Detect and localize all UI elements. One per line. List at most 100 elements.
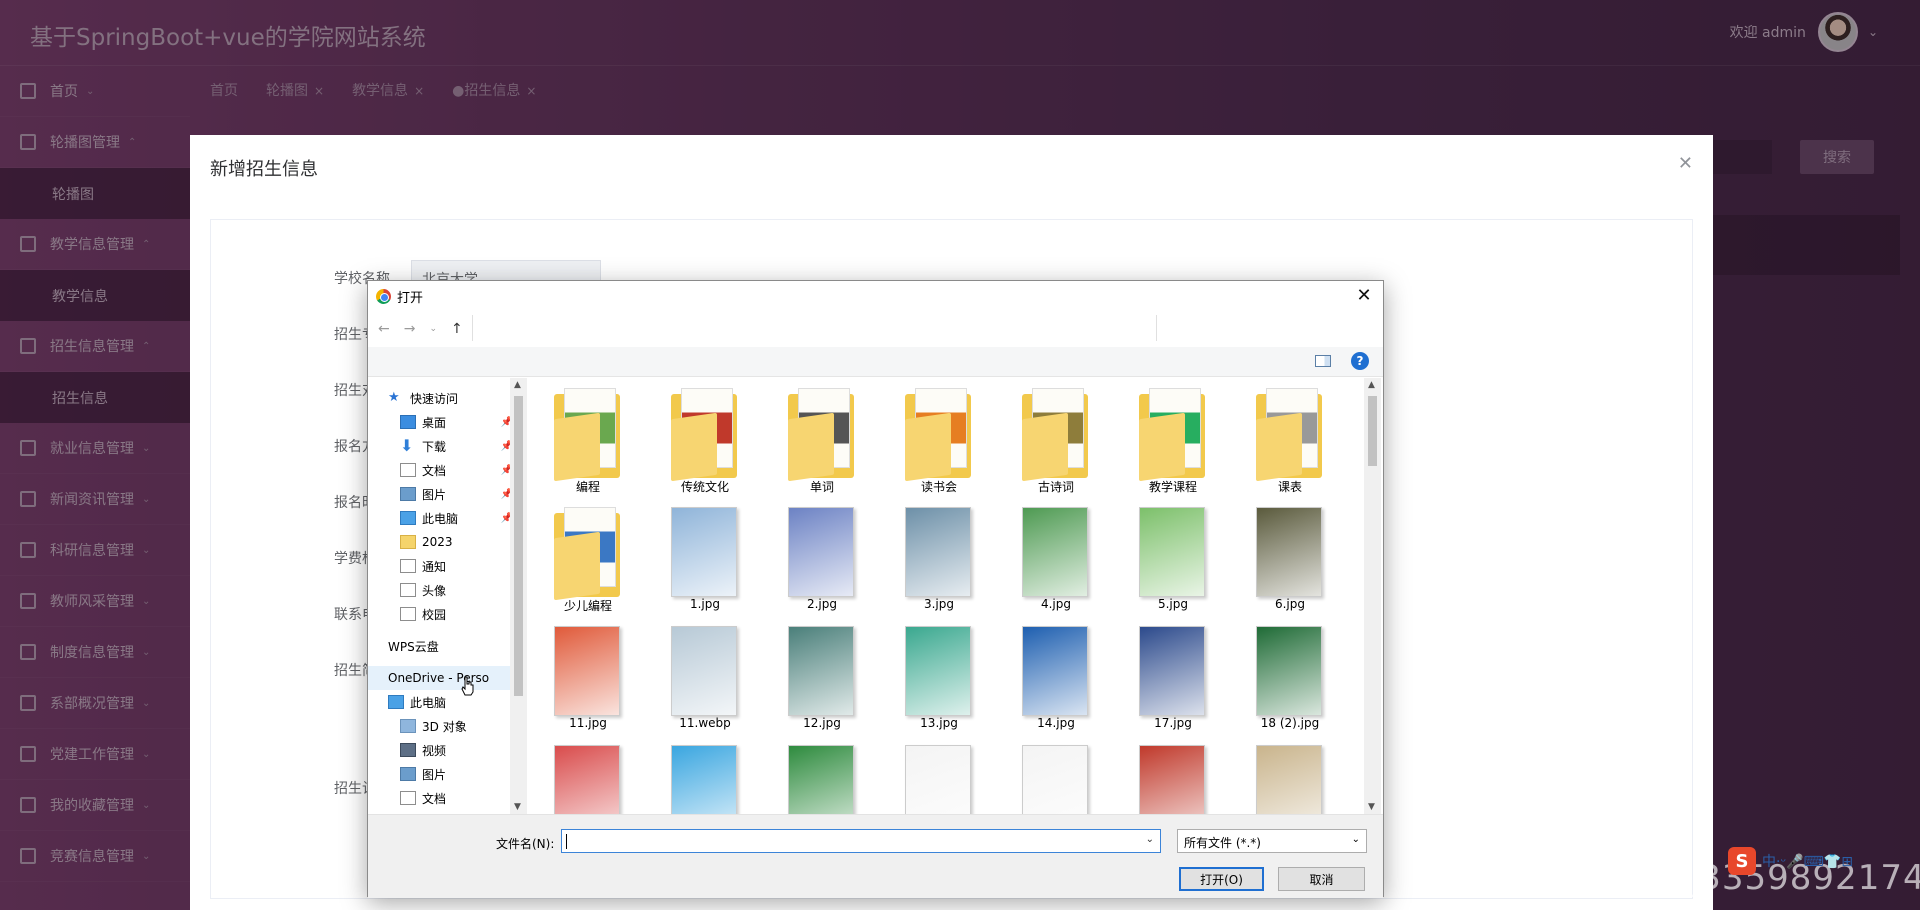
chevron-down-icon[interactable]: ⌄ [1352,834,1360,845]
nav-item-label: 3D 对象 [422,719,467,734]
image-thumbnail [1256,745,1322,814]
file-item[interactable] [1008,735,1104,814]
nav-item-label: 此电脑 [422,511,459,526]
scroll-thumb[interactable] [1368,396,1377,466]
image-thumbnail [1256,626,1322,716]
folder-item[interactable]: 单词 [774,378,870,496]
file-item[interactable]: 11.jpg [540,616,636,734]
files-scrollbar[interactable]: ▲ ▼ [1364,378,1381,814]
file-item[interactable]: 3.jpg [891,497,987,615]
nav-item[interactable]: 图片 [368,762,527,786]
scroll-up-icon[interactable]: ▲ [514,380,521,390]
file-item[interactable]: 6.jpg [1242,497,1338,615]
filename-input[interactable]: ⌄ [561,829,1161,853]
nav-item[interactable]: WPS云盘 [368,634,527,658]
filetype-select[interactable]: 所有文件 (*.*) ⌄ [1177,829,1367,853]
nav-item[interactable]: 3D 对象 [368,714,527,738]
file-item[interactable]: 5.jpg [1125,497,1221,615]
folder-item[interactable]: 编程 [540,378,636,496]
file-item[interactable]: 11.webp [657,616,753,734]
file-item[interactable]: 14.jpg [1008,616,1104,734]
image-thumbnail [554,745,620,814]
nav-scrollbar[interactable]: ▲ ▼ [510,378,527,814]
close-icon[interactable]: ✕ [1351,283,1377,307]
file-name: 6.jpg [1274,597,1306,611]
file-item[interactable]: 12.jpg [774,616,870,734]
up-arrow-icon[interactable]: ↑ [451,321,463,337]
document-icon [400,559,416,573]
folder-icon [671,388,737,482]
nav-item[interactable]: ★ 快速访问 [368,386,527,410]
cancel-button[interactable]: 取消 [1278,867,1365,891]
file-item[interactable] [1125,735,1221,814]
open-button[interactable]: 打开(O) [1179,867,1264,891]
file-name: 3.jpg [923,597,955,611]
folder-item[interactable]: 少儿编程 [540,497,636,615]
search-box[interactable] [1156,315,1376,341]
file-item[interactable]: 2.jpg [774,497,870,615]
nav-item[interactable]: ⬇ 下载 📌 [368,434,527,458]
nav-item[interactable]: 文档 [368,786,527,810]
image-thumbnail [788,507,854,597]
image-thumbnail [1022,626,1088,716]
nav-item[interactable]: OneDrive - Perso [368,666,527,690]
image-thumbnail [1139,626,1205,716]
folder-icon [1022,388,1088,482]
chevron-down-icon[interactable]: ⌄ [1146,834,1154,845]
file-item[interactable] [657,735,753,814]
nav-item[interactable]: 视频 [368,738,527,762]
ime-status[interactable]: 中·ᵕ🎤⌨👕⊞ [1762,851,1853,871]
nav-item[interactable]: 头像 [368,578,527,602]
nav-item-label: 通知 [422,559,447,574]
nav-item[interactable]: 通知 [368,554,527,578]
file-item[interactable]: 1.jpg [657,497,753,615]
recent-dropdown-icon[interactable]: ⌄ [429,324,437,334]
folder-icon [788,388,854,482]
address-bar[interactable] [472,315,1152,341]
folder-item[interactable]: 古诗词 [1008,378,1104,496]
file-item[interactable] [774,735,870,814]
dialog-footer: 文件名(N): ⌄ 所有文件 (*.*) ⌄ 打开(O) 取消 [368,814,1383,898]
close-icon[interactable]: ✕ [1678,153,1693,174]
image-thumbnail [1139,507,1205,597]
star-icon: ★ [388,390,400,405]
file-item[interactable]: 18 (2).jpg [1242,616,1338,734]
folder-item[interactable]: 读书会 [891,378,987,496]
pictures-icon [400,487,416,501]
back-arrow-icon[interactable]: ← [378,321,390,337]
nav-item[interactable]: 2023 [368,530,527,554]
file-item[interactable]: 4.jpg [1008,497,1104,615]
nav-item[interactable]: 此电脑 📌 [368,506,527,530]
scroll-down-icon[interactable]: ▼ [1368,802,1375,812]
ime-tray: S 中·ᵕ🎤⌨👕⊞ [1728,846,1920,876]
forward-arrow-icon[interactable]: → [404,321,416,337]
scroll-thumb[interactable] [514,396,523,696]
folder-item[interactable]: 课表 [1242,378,1338,496]
nav-item[interactable]: 文档 📌 [368,458,527,482]
nav-item[interactable]: 校园 [368,602,527,626]
file-item[interactable] [891,735,987,814]
command-bar: ? [368,347,1383,377]
scroll-down-icon[interactable]: ▼ [514,802,521,812]
folder-item[interactable]: 教学课程 [1125,378,1221,496]
file-name: 11.webp [679,716,731,730]
file-item[interactable] [540,735,636,814]
file-name: 1.jpg [689,597,721,611]
preview-pane-icon[interactable] [1315,355,1331,367]
document-icon [400,583,416,597]
image-thumbnail [788,745,854,814]
file-item[interactable]: 17.jpg [1125,616,1221,734]
image-thumbnail [1139,745,1205,814]
folder-item[interactable]: 传统文化 [657,378,753,496]
file-open-dialog: 打开 ✕ ← → ⌄ ↑ ? ★ 快速访问 桌面 📌 ⬇ 下载 📌 文档 📌 图片 📌 此电脑 📌 202… [367,280,1384,898]
sogou-logo[interactable]: S [1728,847,1756,875]
nav-item-label: 桌面 [422,415,447,430]
file-item[interactable]: 13.jpg [891,616,987,734]
nav-item[interactable]: 桌面 📌 [368,410,527,434]
file-item[interactable] [1242,735,1338,814]
nav-item[interactable]: 图片 📌 [368,482,527,506]
file-name: 传统文化 [680,480,729,494]
help-icon[interactable]: ? [1351,352,1369,370]
nav-item[interactable]: 此电脑 [368,690,527,714]
scroll-up-icon[interactable]: ▲ [1368,380,1375,390]
